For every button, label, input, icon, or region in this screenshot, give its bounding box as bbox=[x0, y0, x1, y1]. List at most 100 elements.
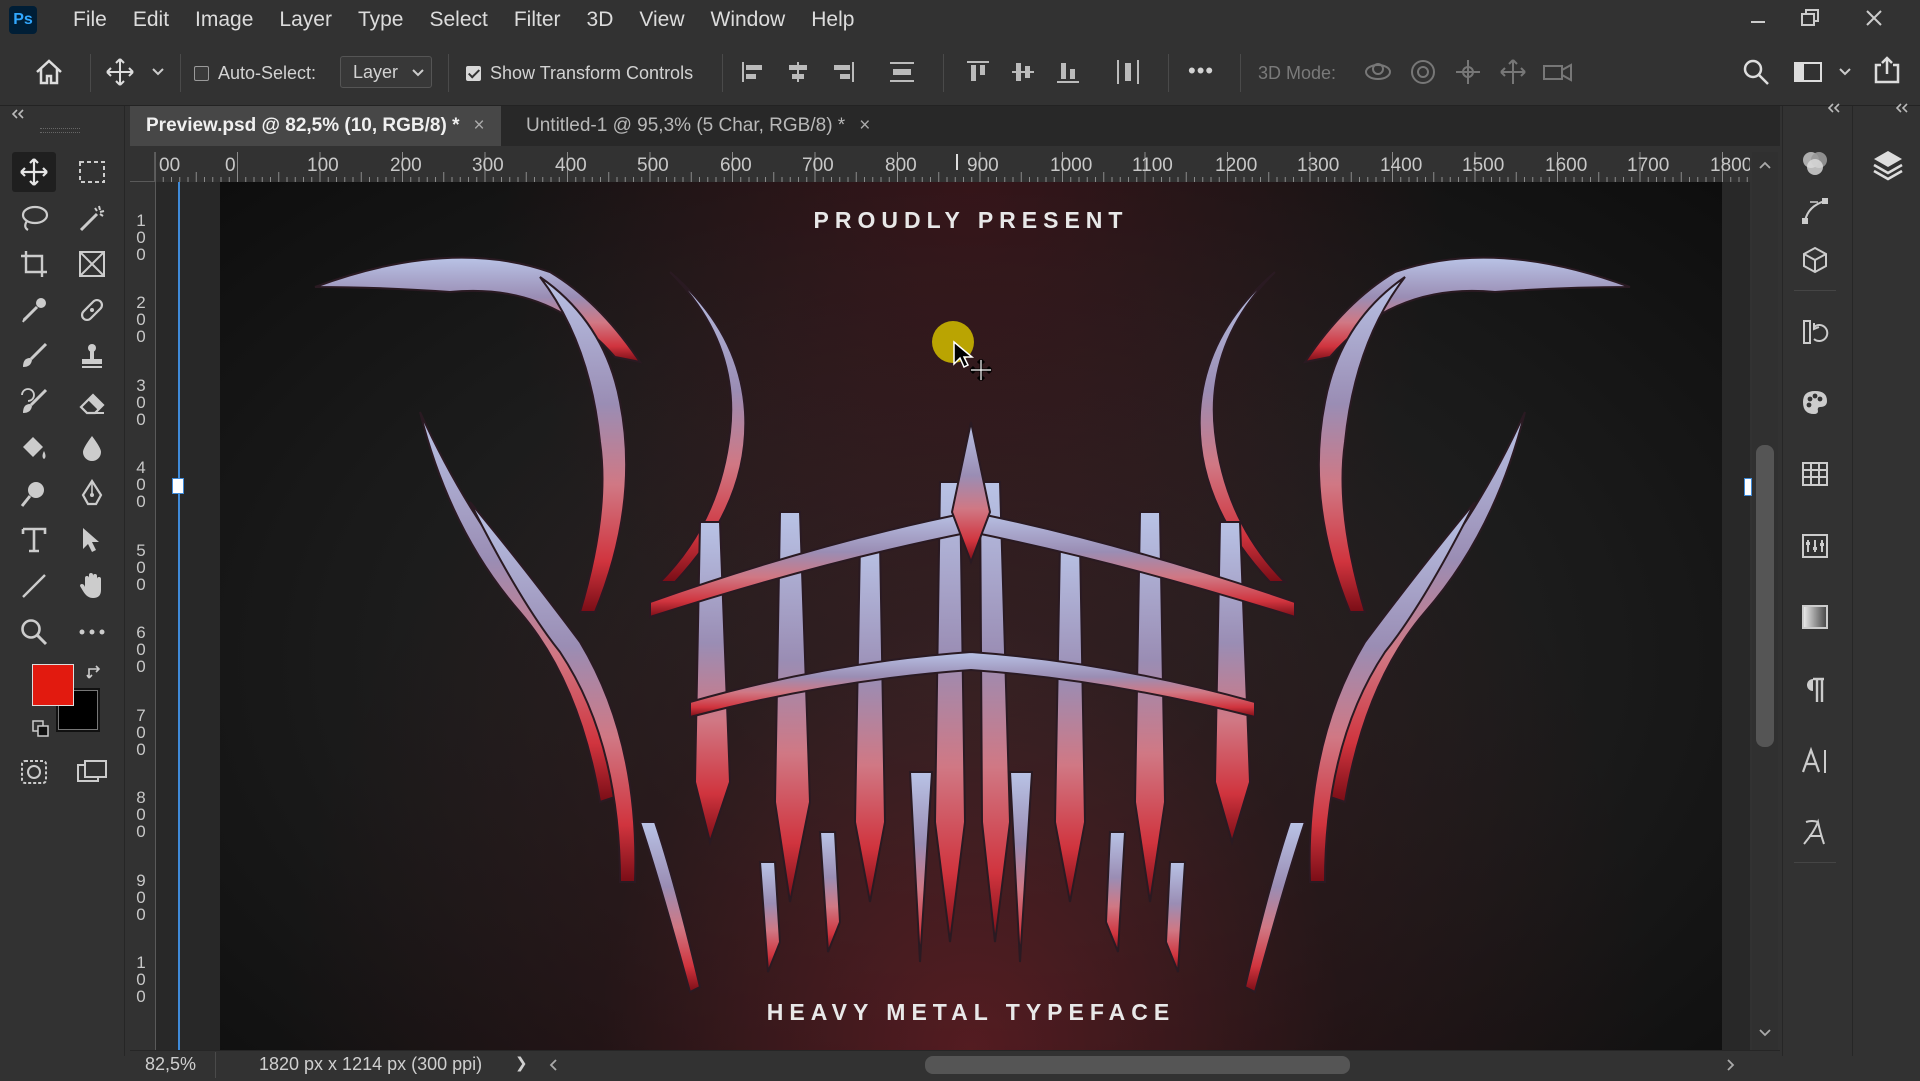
scroll-up-icon[interactable] bbox=[1758, 160, 1772, 170]
blur-tool[interactable] bbox=[70, 428, 114, 468]
menu-help[interactable]: Help bbox=[798, 0, 867, 40]
close-tab-icon[interactable]: × bbox=[474, 115, 485, 136]
foreground-color-swatch[interactable] bbox=[32, 664, 74, 706]
transform-handle-left[interactable] bbox=[172, 478, 184, 494]
show-transform-checkbox[interactable] bbox=[466, 66, 481, 81]
auto-select-checkbox[interactable] bbox=[194, 66, 209, 81]
guide-line[interactable] bbox=[178, 182, 180, 1050]
layer-select[interactable]: Layer bbox=[340, 56, 432, 88]
vertical-scroll-thumb[interactable] bbox=[1756, 445, 1774, 747]
dodge-tool[interactable] bbox=[12, 474, 56, 514]
glyphs-panel-button[interactable] bbox=[1794, 813, 1836, 853]
swatches-panel-button[interactable] bbox=[1794, 382, 1836, 422]
distribute-horizontal-button[interactable] bbox=[1108, 52, 1148, 92]
layers-panel-button[interactable] bbox=[1866, 143, 1910, 187]
adjustments-panel-button[interactable] bbox=[1794, 526, 1836, 566]
menu-3d[interactable]: 3D bbox=[574, 0, 627, 40]
scroll-right-icon[interactable] bbox=[1726, 1058, 1736, 1072]
default-colors-icon[interactable] bbox=[32, 720, 50, 738]
tab-untitled[interactable]: Untitled-1 @ 95,3% (5 Char, RGB/8) * × bbox=[510, 106, 886, 146]
restore-button[interactable] bbox=[1784, 0, 1836, 36]
menu-window[interactable]: Window bbox=[698, 0, 799, 40]
close-tab-icon[interactable]: × bbox=[859, 115, 870, 136]
move-tool[interactable] bbox=[12, 152, 56, 192]
share-button[interactable] bbox=[1867, 50, 1907, 90]
status-info-arrow[interactable]: ❯ bbox=[515, 1054, 528, 1072]
quick-mask-button[interactable] bbox=[12, 752, 56, 792]
pen-tool[interactable] bbox=[70, 474, 114, 514]
horizontal-scroll-thumb[interactable] bbox=[925, 1056, 1350, 1074]
menu-file[interactable]: File bbox=[60, 0, 120, 40]
vertical-ruler[interactable]: 100 200 300 400 500 600 700 800 900 100 bbox=[130, 182, 156, 1050]
paint-bucket-tool[interactable] bbox=[12, 428, 56, 468]
history-panel-button[interactable] bbox=[1794, 312, 1836, 352]
document-canvas[interactable]: PROUDLY PRESENT HEAVY METAL TYPEFACE bbox=[220, 182, 1722, 1050]
collapse-panels-icon[interactable] bbox=[1894, 102, 1910, 114]
frame-tool[interactable] bbox=[70, 244, 114, 284]
swap-colors-icon[interactable] bbox=[86, 664, 104, 682]
zoom-level[interactable]: 82,5% bbox=[145, 1054, 196, 1075]
magic-wand-tool[interactable] bbox=[70, 198, 114, 238]
move-tool-preset[interactable] bbox=[100, 52, 140, 92]
distribute-vertical-button[interactable] bbox=[882, 52, 922, 92]
3d-orbit-button[interactable] bbox=[1358, 52, 1398, 92]
align-vcenter-button[interactable] bbox=[1003, 52, 1043, 92]
menu-image[interactable]: Image bbox=[182, 0, 266, 40]
3d-camera-button[interactable] bbox=[1538, 52, 1578, 92]
menu-view[interactable]: View bbox=[626, 0, 697, 40]
history-brush-tool[interactable] bbox=[12, 382, 56, 422]
edit-toolbar-button[interactable] bbox=[70, 612, 114, 652]
scroll-left-icon[interactable] bbox=[548, 1058, 558, 1072]
horizontal-ruler[interactable]: 00 0 100 200 300 400 500 600 700 800 900… bbox=[155, 152, 1750, 183]
hand-tool[interactable] bbox=[70, 566, 114, 606]
more-options-button[interactable]: ••• bbox=[1188, 58, 1214, 84]
menu-type[interactable]: Type bbox=[345, 0, 417, 40]
collapse-panel-icon[interactable] bbox=[10, 108, 26, 120]
3d-slide-button[interactable] bbox=[1493, 52, 1533, 92]
transform-handle-right[interactable] bbox=[1744, 478, 1752, 496]
line-tool[interactable] bbox=[12, 566, 56, 606]
align-hcenter-button[interactable] bbox=[778, 52, 818, 92]
gradients-panel-button[interactable] bbox=[1794, 597, 1836, 637]
menu-layer[interactable]: Layer bbox=[266, 0, 345, 40]
rectangular-marquee-icon bbox=[79, 161, 105, 183]
brush-tool[interactable] bbox=[12, 336, 56, 376]
healing-brush-tool[interactable] bbox=[70, 290, 114, 330]
align-bottom-button[interactable] bbox=[1048, 52, 1088, 92]
align-right-button[interactable] bbox=[823, 52, 863, 92]
align-top-button[interactable] bbox=[958, 52, 998, 92]
chevron-down-icon[interactable] bbox=[1838, 67, 1852, 77]
menu-filter[interactable]: Filter bbox=[501, 0, 574, 40]
clone-stamp-tool[interactable] bbox=[70, 336, 114, 376]
marquee-tool[interactable] bbox=[70, 152, 114, 192]
align-left-button[interactable] bbox=[733, 52, 773, 92]
minimize-button[interactable] bbox=[1732, 0, 1784, 36]
close-window-button[interactable] bbox=[1848, 0, 1900, 36]
3d-roll-button[interactable] bbox=[1403, 52, 1443, 92]
lasso-tool[interactable] bbox=[12, 198, 56, 238]
paragraph-panel-button[interactable] bbox=[1794, 670, 1836, 710]
workspace-button[interactable] bbox=[1788, 52, 1828, 92]
chevron-down-icon[interactable] bbox=[151, 67, 165, 77]
character-panel-button[interactable] bbox=[1794, 741, 1836, 781]
scroll-down-icon[interactable] bbox=[1758, 1028, 1772, 1038]
color-panel-button[interactable] bbox=[1794, 143, 1836, 183]
3d-panel-button[interactable] bbox=[1794, 240, 1836, 280]
eraser-tool[interactable] bbox=[70, 382, 114, 422]
tab-preview[interactable]: Preview.psd @ 82,5% (10, RGB/8) * × bbox=[130, 106, 501, 146]
eyedropper-tool[interactable] bbox=[12, 290, 56, 330]
crop-tool[interactable] bbox=[12, 244, 56, 284]
home-button[interactable] bbox=[29, 52, 69, 92]
paths-panel-button[interactable] bbox=[1794, 191, 1836, 231]
screen-mode-button[interactable] bbox=[70, 752, 114, 792]
table-panel-button[interactable] bbox=[1794, 454, 1836, 494]
search-button[interactable] bbox=[1736, 52, 1776, 92]
menu-edit[interactable]: Edit bbox=[120, 0, 182, 40]
path-selection-tool[interactable] bbox=[70, 520, 114, 560]
ruler-origin[interactable] bbox=[130, 152, 155, 182]
3d-pan-button[interactable] bbox=[1448, 52, 1488, 92]
type-tool[interactable] bbox=[12, 520, 56, 560]
zoom-tool[interactable] bbox=[12, 612, 56, 652]
menu-select[interactable]: Select bbox=[416, 0, 500, 40]
collapse-panels-icon[interactable] bbox=[1826, 102, 1842, 114]
